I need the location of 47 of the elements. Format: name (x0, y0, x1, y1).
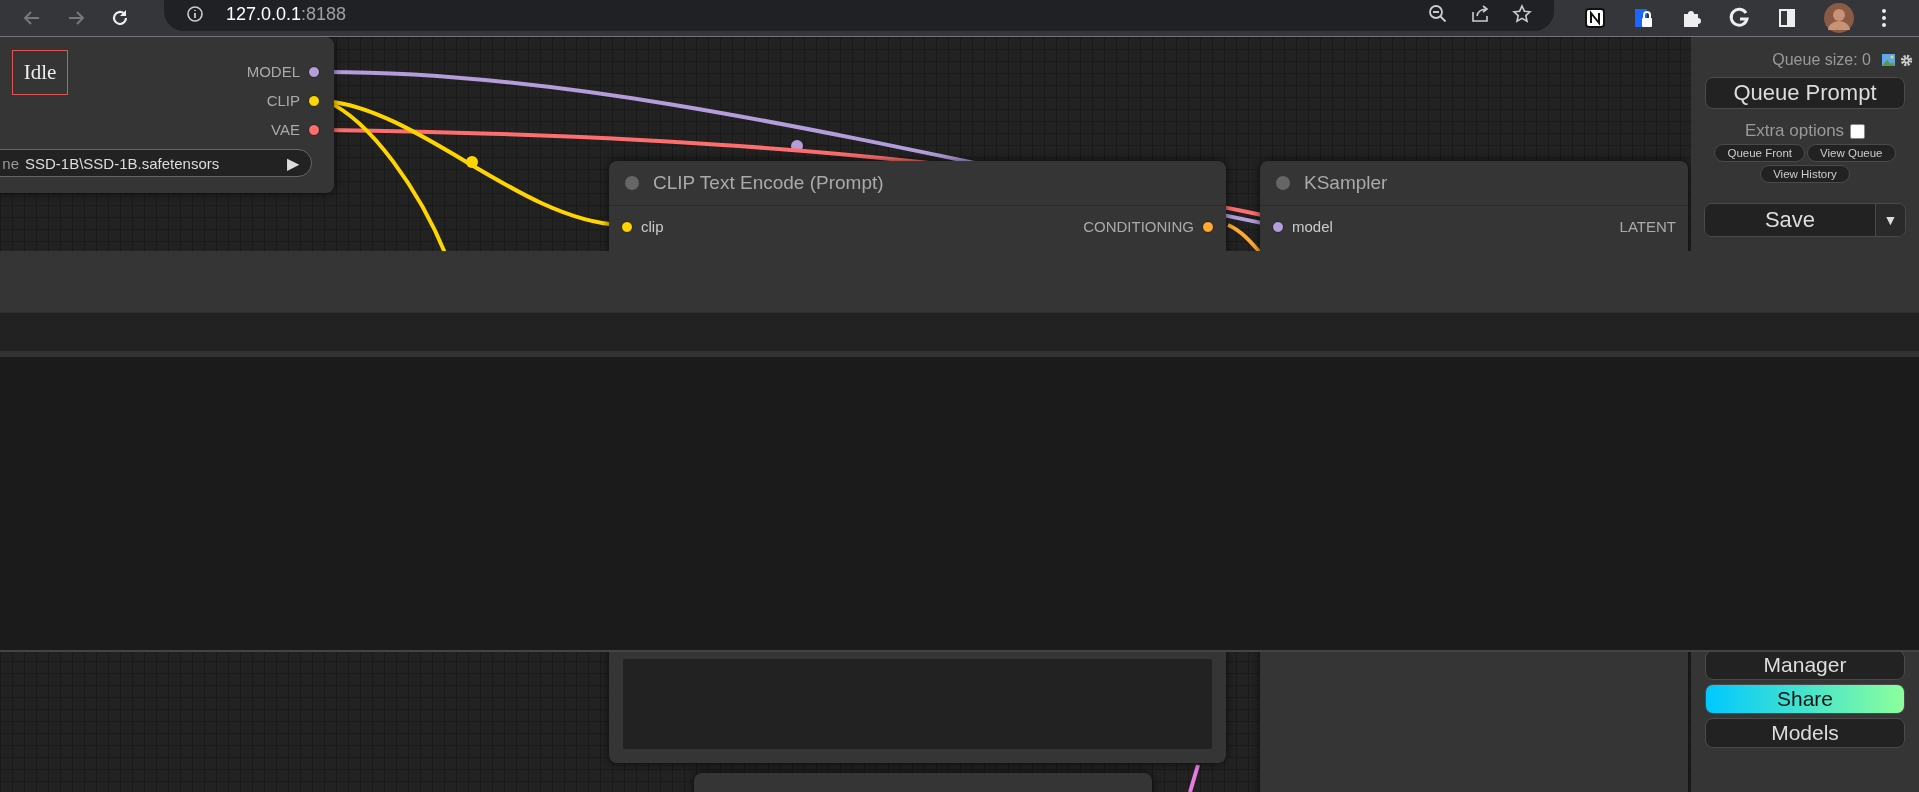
input-label: model (1292, 218, 1333, 235)
output-slot[interactable] (308, 123, 320, 136)
checkpoint-combo[interactable]: ne SSD-1B\SSD-1B.safetensors ▶ (0, 149, 312, 177)
g-icon[interactable] (1728, 7, 1750, 29)
collapse-dot[interactable] (625, 176, 639, 190)
settings-icon[interactable] (1900, 53, 1913, 67)
output-slot[interactable] (1202, 220, 1214, 233)
collapse-dot[interactable] (1276, 176, 1290, 190)
output-slot[interactable] (308, 65, 320, 78)
queue-button[interactable]: View Queue (1807, 144, 1896, 162)
panel-button[interactable]: Manager (1705, 650, 1905, 680)
sidebar-icon[interactable] (1776, 7, 1798, 29)
view-history-button[interactable]: View History (1760, 165, 1850, 183)
node-title: KSampler (1304, 172, 1388, 194)
url-text: 127.0.0.1:8188 (226, 3, 347, 25)
output-label: CONDITIONING (1083, 218, 1194, 235)
share-icon[interactable] (1470, 4, 1490, 24)
avatar-icon[interactable] (1824, 3, 1854, 33)
panel-button[interactable]: Share (1705, 684, 1905, 714)
output-slot[interactable] (308, 94, 320, 107)
status-label: Idle (12, 50, 68, 95)
input-label: clip (641, 218, 664, 235)
queue-button[interactable]: Queue Front (1714, 144, 1806, 162)
panel-button[interactable]: Models (1705, 718, 1905, 748)
extra-options-checkbox[interactable] (1850, 123, 1866, 139)
input-slot[interactable] (1272, 220, 1284, 233)
extension-icon[interactable] (1584, 7, 1606, 29)
output-label: LATENT (1619, 218, 1676, 235)
wire-midpoint (466, 156, 478, 168)
queue-prompt-button[interactable]: Queue Prompt (1705, 77, 1905, 109)
more-icon[interactable] (1880, 7, 1888, 29)
star-icon[interactable] (1512, 4, 1532, 24)
save-dropdown-button[interactable]: ▼ (1875, 204, 1905, 236)
wire-midpoint (791, 140, 803, 152)
latent-wire (1188, 764, 1200, 792)
lock-extension-icon[interactable] (1632, 7, 1654, 29)
zoom-out-icon[interactable] (1428, 4, 1448, 24)
address-bar[interactable]: 127.0.0.1:8188 (164, 0, 1554, 31)
output-label: CLIP (266, 92, 300, 109)
extra-options-label: Extra options (1744, 121, 1845, 141)
info-icon[interactable] (186, 5, 204, 23)
queue-size: Queue size: 0 (1772, 51, 1871, 69)
output-label: VAE (271, 121, 300, 138)
reload-icon[interactable] (110, 8, 130, 28)
input-slot[interactable] (621, 220, 633, 233)
output-label: MODEL (246, 63, 300, 80)
node-title: CLIP Text Encode (Prompt) (653, 172, 884, 194)
